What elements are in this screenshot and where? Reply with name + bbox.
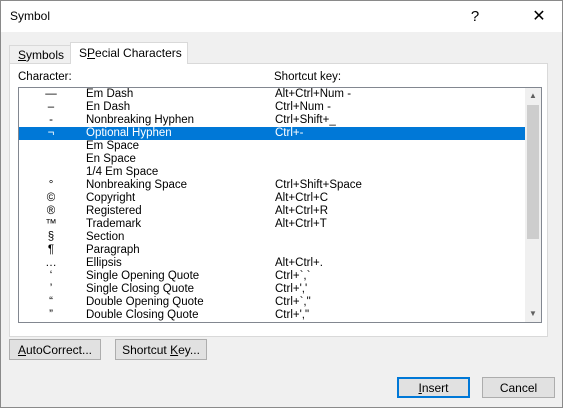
symbol-dialog: Symbol ? ✕ Symbols SPecial Characters Ch… [0,0,563,408]
list-item[interactable]: § Section [19,231,527,244]
list-item-name: En Dash [86,101,131,113]
list-item[interactable]: - Nonbreaking Hyphen Ctrl+Shift+_ [19,114,527,127]
list-item-name: Em Dash [86,88,134,100]
tab-symbols-mnemonic: S [18,48,27,62]
list-item-name: Section [86,231,125,243]
list-item-character: — [45,88,57,100]
tab-symbols[interactable]: Symbols [9,45,73,64]
list-item[interactable]: ° Nonbreaking Space Ctrl+Shift+Space [19,179,527,192]
list-item-character: … [45,257,57,269]
list-item[interactable]: © Copyright Alt+Ctrl+C [19,192,527,205]
list-item-shortcut: Ctrl+'," [275,309,310,321]
scroll-down-icon[interactable]: ▼ [525,306,541,322]
list-item-shortcut: Ctrl+Shift+Space [275,179,362,191]
list-item-shortcut: Alt+Ctrl+Num - [275,88,352,100]
tab-special-characters[interactable]: SPecial Characters [70,42,188,64]
list-item-shortcut: Ctrl+Num - [275,101,331,113]
autocorrect-button[interactable]: AutoCorrect... [9,339,101,360]
list-item-name: Trademark [86,218,142,230]
list-item-name: Double Opening Quote [86,296,204,308]
list-item-name: Single Opening Quote [86,270,200,282]
list-item-name: Nonbreaking Hyphen [86,114,195,126]
list-item-name: Registered [86,205,142,217]
list-item-character: – [47,101,55,113]
list-item-character: ¶ [47,244,55,256]
list-item-character: © [46,192,56,204]
tab-special-pre: S [79,46,88,60]
special-characters-panel: Character: Shortcut key: — Em Dash Alt+Ctr… [9,63,548,337]
special-characters-list[interactable]: — Em Dash Alt+Ctrl+Num - – En Dash Ctrl+Num -… [18,87,542,323]
list-item[interactable]: “ Double Opening Quote Ctrl+`," [19,296,527,309]
list-item-name: Paragraph [86,244,140,256]
shortcut-column-header: Shortcut key: [274,71,342,83]
shortcut-key-button[interactable]: Shortcut Key... [115,339,207,360]
close-icon[interactable]: ✕ [516,1,562,32]
list-item-name: Optional Hyphen [86,127,172,139]
cancel-button[interactable]: Cancel [482,377,555,398]
list-item[interactable]: ’ Single Closing Quote Ctrl+',' [19,283,527,296]
list-item-name: Nonbreaking Space [86,179,188,191]
window-title: Symbol [10,9,51,23]
list-item-shortcut: Ctrl+- [275,127,304,139]
list-item-shortcut: Alt+Ctrl+C [275,192,329,204]
list-item[interactable]: Em Space [19,140,527,153]
list-item-character: § [47,231,55,243]
list-item[interactable]: ® Registered Alt+Ctrl+R [19,205,527,218]
list-item-character: - [49,114,53,126]
list-item-name: 1/4 Em Space [86,166,159,178]
shortcut-key-pre: Shortcut [122,343,171,357]
tab-special-mnemonic: P [87,46,96,60]
vertical-scrollbar[interactable]: ▲ ▼ [525,88,541,322]
list-item-character: ° [48,179,54,191]
list-item-shortcut: Ctrl+',' [275,283,308,295]
list-item[interactable]: ‘ Single Opening Quote Ctrl+`,` [19,270,527,283]
autocorrect-mnemonic: A [17,343,26,357]
list-item[interactable]: – En Dash Ctrl+Num - [19,101,527,114]
scroll-thumb[interactable] [527,105,539,239]
list-item-character: ™ [45,218,57,230]
tab-special-label: ecial Characters [95,46,182,60]
list-item-name: Copyright [86,192,136,204]
list-item-character: ¬ [47,127,55,139]
tab-symbols-label: ymbols [26,48,65,62]
list-item-name: Em Space [86,140,140,152]
list-item[interactable]: En Space [19,153,527,166]
shortcut-key-mnemonic: K [170,343,179,357]
list-item-character: ‘ [49,270,53,282]
list-item[interactable]: ™ Trademark Alt+Ctrl+T [19,218,527,231]
list-item[interactable]: ¶ Paragraph [19,244,527,257]
list-item[interactable]: — Em Dash Alt+Ctrl+Num - [19,88,527,101]
list-item-shortcut: Alt+Ctrl+. [275,257,323,269]
list-item[interactable]: ¬ Optional Hyphen Ctrl+- [19,127,527,140]
list-item-shortcut: Alt+Ctrl+R [275,205,329,217]
list-rows: — Em Dash Alt+Ctrl+Num - – En Dash Ctrl+Num -… [19,88,527,322]
list-item-shortcut: Ctrl+`," [275,296,311,308]
list-item-name: Single Closing Quote [86,283,195,295]
shortcut-key-label: ey... [178,343,200,357]
scroll-up-icon[interactable]: ▲ [525,88,541,104]
list-item[interactable]: … Ellipsis Alt+Ctrl+. [19,257,527,270]
list-item-name: En Space [86,153,136,165]
insert-button[interactable]: Insert [397,377,470,398]
list-item[interactable]: 1/4 Em Space [19,166,527,179]
autocorrect-label: utoCorrect... [25,343,93,357]
list-item-character: “ [49,296,53,308]
list-item-character: ’ [49,283,53,295]
list-item-character: ” [49,309,53,321]
title-bar[interactable]: Symbol ? ✕ [1,1,562,32]
list-item-shortcut: Ctrl+`,` [275,270,311,282]
list-item-name: Ellipsis [86,257,122,269]
list-item[interactable]: ” Double Closing Quote Ctrl+'," [19,309,527,322]
list-item-shortcut: Ctrl+Shift+_ [275,114,336,126]
list-item-shortcut: Alt+Ctrl+T [275,218,327,230]
help-icon[interactable]: ? [453,1,497,32]
list-item-character: ® [46,205,56,217]
insert-label: nsert [421,381,449,395]
character-column-header: Character: [18,71,72,83]
list-item-name: Double Closing Quote [86,309,199,321]
